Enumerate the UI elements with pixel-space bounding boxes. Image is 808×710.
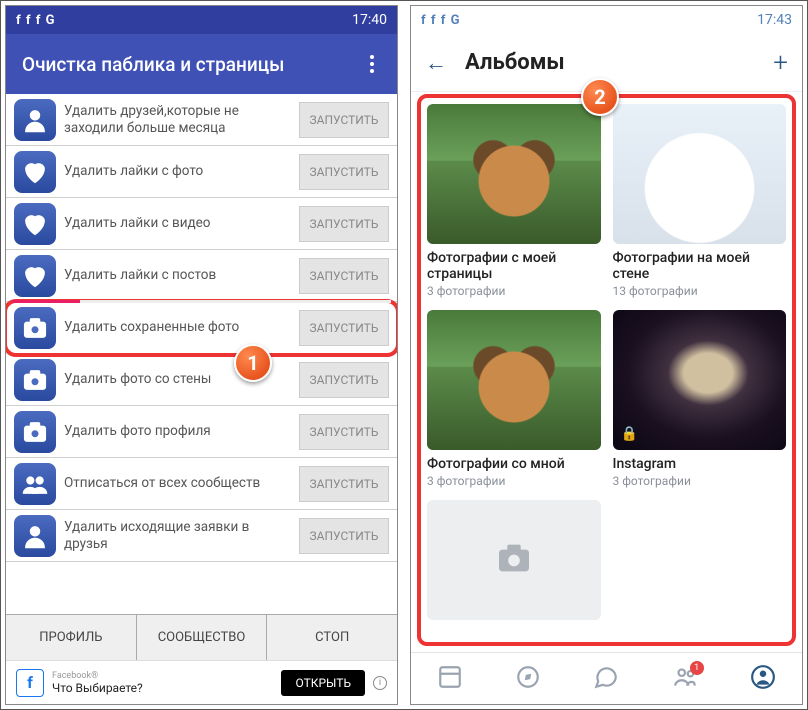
list-item-label: Удалить фото профиля	[64, 423, 291, 439]
stop-button[interactable]: СТОП	[267, 615, 397, 660]
tab-bar: 1	[411, 652, 802, 704]
facebook-icon: f	[16, 669, 44, 697]
page-title: Очистка паблика и страницы	[22, 53, 284, 76]
status-time: 17:40	[352, 12, 387, 28]
tab-discover-icon[interactable]	[515, 664, 541, 694]
status-bar: f f f G 17:43	[411, 6, 802, 34]
run-button[interactable]: ЗАПУСТИТЬ	[299, 362, 389, 398]
callout-badge-1: 1	[234, 344, 272, 382]
status-icons: f f f G	[16, 13, 56, 28]
left-screen: f f f G 17:40 Очистка паблика и страницы…	[5, 5, 398, 705]
run-button[interactable]: ЗАПУСТИТЬ	[299, 310, 389, 346]
heart-icon	[14, 255, 56, 297]
status-time: 17:43	[757, 12, 792, 28]
list-item: Удалить лайки с видео ЗАПУСТИТЬ	[6, 198, 397, 250]
run-button[interactable]: ЗАПУСТИТЬ	[299, 258, 389, 294]
album-item[interactable]: 🔒 Instagram 3 фотографии	[613, 310, 787, 488]
ad-open-button[interactable]: ОТКРЫТЬ	[281, 670, 365, 696]
run-button[interactable]: ЗАПУСТИТЬ	[299, 154, 389, 190]
tab-newsfeed-icon[interactable]	[437, 664, 463, 694]
list-item: Удалить лайки с постов ЗАПУСТИТЬ	[6, 250, 397, 302]
person-icon	[14, 99, 56, 141]
bottom-toolbar: ПРОФИЛЬ СООБЩЕСТВО СТОП	[6, 614, 397, 660]
album-item[interactable]: Фотографии с моей страницы 3 фотографии	[427, 104, 601, 298]
album-thumbnail[interactable]	[427, 500, 601, 620]
tab-profile-icon[interactable]	[750, 664, 776, 694]
album-thumbnail[interactable]: 🔒	[613, 310, 787, 450]
album-count: 3 фотографии	[613, 474, 787, 488]
album-title: Instagram	[613, 456, 787, 472]
album-thumbnail[interactable]	[613, 104, 787, 244]
tab-friends-icon[interactable]: 1	[672, 664, 698, 694]
heart-icon	[14, 151, 56, 193]
album-count: 13 фотографии	[613, 284, 787, 298]
heart-icon	[14, 203, 56, 245]
group-icon	[14, 463, 56, 505]
list-item: Удалить друзей,которые не заходили больш…	[6, 94, 397, 146]
run-button[interactable]: ЗАПУСТИТЬ	[299, 206, 389, 242]
ad-text: Facebook® Что Выбираете?	[52, 671, 273, 695]
camera-icon	[14, 359, 56, 401]
camera-icon	[14, 411, 56, 453]
app-titlebar: Очистка паблика и страницы	[6, 34, 397, 94]
camera-icon	[494, 538, 534, 582]
album-thumbnail[interactable]	[427, 310, 601, 450]
list-item: Удалить лайки с фото ЗАПУСТИТЬ	[6, 146, 397, 198]
album-title: Фотографии на моей стене	[613, 250, 787, 282]
run-button[interactable]: ЗАПУСТИТЬ	[299, 102, 389, 138]
list-item-label: Удалить лайки с видео	[64, 215, 291, 231]
album-item[interactable]: Фотографии на моей стене 13 фотографии	[613, 104, 787, 298]
action-list: Удалить друзей,которые не заходили больш…	[6, 94, 397, 614]
albums-grid: Фотографии с моей страницы3 фотографииФо…	[417, 94, 796, 646]
callout-badge-2: 2	[581, 78, 619, 116]
page-title: Альбомы	[465, 50, 755, 75]
run-button[interactable]: ЗАПУСТИТЬ	[299, 518, 389, 554]
person-icon	[14, 515, 56, 557]
list-item: Отписаться от всех сообществ ЗАПУСТИТЬ	[6, 458, 397, 510]
ad-banner[interactable]: f Facebook® Что Выбираете? ОТКРЫТЬ i	[6, 660, 397, 704]
album-title: Фотографии со мной	[427, 456, 601, 472]
back-icon[interactable]: ←	[425, 50, 447, 76]
list-item-label: Удалить исходящие заявки в друзья	[64, 519, 291, 551]
album-item[interactable]: Фотографии со мной 3 фотографии	[427, 310, 601, 488]
album-thumbnail[interactable]	[427, 104, 601, 244]
lock-icon: 🔒	[621, 426, 638, 442]
community-button[interactable]: СООБЩЕСТВО	[137, 615, 268, 660]
run-button[interactable]: ЗАПУСТИТЬ	[299, 414, 389, 450]
ad-info-icon[interactable]: i	[373, 676, 387, 690]
list-item: Удалить сохраненные фото ЗАПУСТИТЬ	[6, 302, 397, 354]
list-item-label: Отписаться от всех сообществ	[64, 475, 291, 491]
camera-icon	[14, 307, 56, 349]
list-item: Удалить фото со стеныЗАПУСТИТЬ	[6, 354, 397, 406]
tab-messages-icon[interactable]	[593, 664, 619, 694]
run-button[interactable]: ЗАПУСТИТЬ	[299, 466, 389, 502]
list-item-label: Удалить друзей,которые не заходили больш…	[64, 103, 291, 135]
album-count: 3 фотографии	[427, 284, 601, 298]
list-item: Удалить исходящие заявки в друзьяЗАПУСТИ…	[6, 510, 397, 562]
list-item-label: Удалить сохраненные фото	[64, 319, 291, 335]
add-icon[interactable]: +	[773, 48, 788, 78]
right-screen: f f f G 17:43 ← Альбомы + Фотографии с м…	[410, 5, 803, 705]
notification-badge: 1	[690, 661, 704, 675]
status-icons: f f f G	[421, 13, 461, 28]
profile-button[interactable]: ПРОФИЛЬ	[6, 615, 137, 660]
album-title: Фотографии с моей страницы	[427, 250, 601, 282]
album-item[interactable]	[427, 500, 601, 620]
status-bar: f f f G 17:40	[6, 6, 397, 34]
list-item-label: Удалить лайки с постов	[64, 267, 291, 283]
album-count: 3 фотографии	[427, 474, 601, 488]
menu-icon[interactable]	[363, 52, 381, 76]
list-item: Удалить фото профиля ЗАПУСТИТЬ	[6, 406, 397, 458]
list-item-label: Удалить лайки с фото	[64, 163, 291, 179]
